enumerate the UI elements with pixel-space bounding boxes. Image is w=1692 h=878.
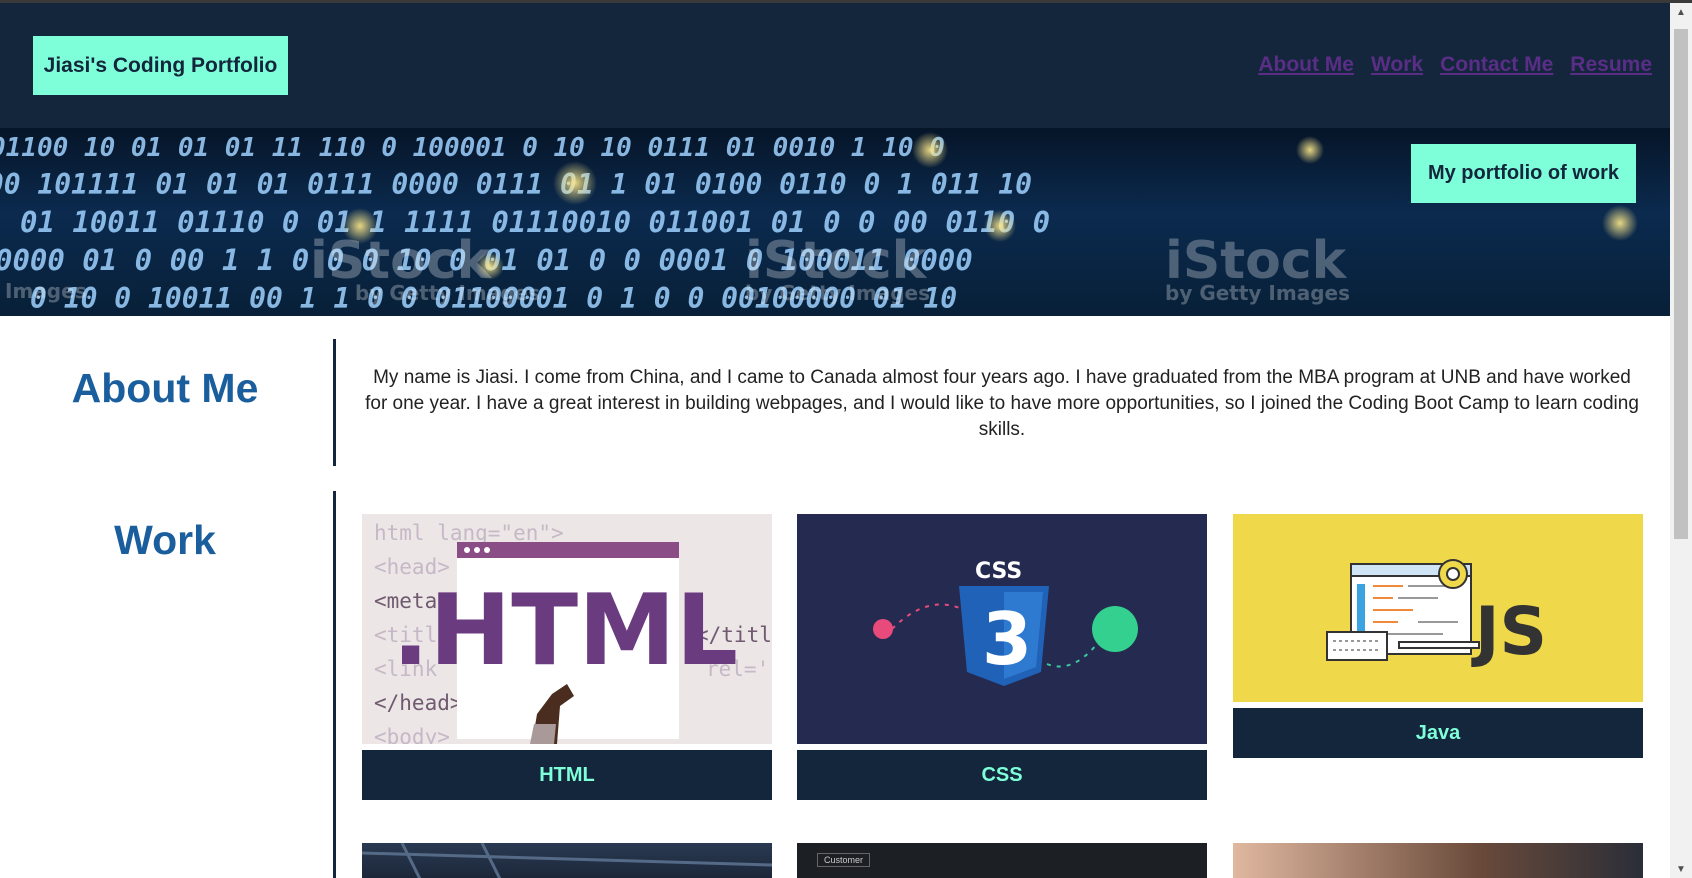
site-header: Jiasi's Coding Portfolio About Me Work C… <box>0 3 1670 128</box>
html-code-line-1: html lang="en"> <box>374 521 564 545</box>
nav-resume[interactable]: Resume <box>1570 53 1652 77</box>
work-card-java[interactable]: JS Java <box>1233 514 1643 758</box>
binary-row-1: 01100 10 01 01 01 11 110 0 100001 0 10 1… <box>0 133 945 163</box>
html-thumbnail: html lang="en"> <head> <meta <titl <link… <box>362 514 772 744</box>
hero-badge: My portfolio of work <box>1411 144 1636 203</box>
scroll-up-icon[interactable]: ▲ <box>1670 3 1692 21</box>
about-heading: About Me <box>71 365 259 411</box>
work-card-6-partial[interactable] <box>1233 843 1643 878</box>
scrollbar-thumb[interactable] <box>1674 29 1688 539</box>
work-divider <box>333 491 336 878</box>
work-card-4-partial[interactable] <box>362 843 772 878</box>
html-code-line-7: <body> <box>374 725 450 744</box>
work-card-5-partial[interactable]: Customer <box>797 843 1207 878</box>
css-badge-text: CSS <box>975 559 1022 584</box>
html-code-line-6: </head> <box>374 691 463 715</box>
nav-contact-me[interactable]: Contact Me <box>1440 53 1553 77</box>
watermark-getty-2: by Getty Images <box>745 281 930 305</box>
binary-row-2: 000 101111 01 01 01 0111 0000 0111 01 1 … <box>0 168 1032 201</box>
work-card-html-label[interactable]: HTML <box>362 750 772 800</box>
html-big-text: .HTML <box>392 574 738 688</box>
work-card-java-label[interactable]: Java <box>1233 708 1643 758</box>
customer-tag: Customer <box>817 853 871 867</box>
work-card-html[interactable]: html lang="en"> <head> <meta <titl <link… <box>362 514 772 800</box>
page-scrollbar[interactable]: ▲ ▼ <box>1670 3 1692 878</box>
html-thumbnail-image: html lang="en"> <head> <meta <titl <link… <box>374 521 772 744</box>
main-nav: About Me Work Contact Me Resume <box>1258 53 1652 77</box>
js-text: JS <box>1471 593 1547 670</box>
hero-banner: 01100 10 01 01 01 11 110 0 100001 0 10 1… <box>0 128 1670 316</box>
watermark-getty-1: by Getty Images <box>355 281 540 305</box>
css-thumbnail: CSS 3 <box>797 514 1207 744</box>
java-thumbnail: JS <box>1233 514 1643 702</box>
about-divider <box>333 339 336 466</box>
about-paragraph: My name is Jiasi. I come from China, and… <box>365 367 1639 440</box>
css-number: 3 <box>982 597 1032 681</box>
page: Jiasi's Coding Portfolio About Me Work C… <box>0 3 1670 878</box>
watermark-images: Images <box>5 279 87 303</box>
watermark-getty-3: by Getty Images <box>1165 281 1350 305</box>
scroll-down-icon[interactable]: ▼ <box>1670 860 1692 878</box>
work-card-css[interactable]: CSS 3 CSS <box>797 514 1207 800</box>
work-heading: Work <box>114 517 216 563</box>
nav-about-me[interactable]: About Me <box>1258 53 1354 77</box>
nav-work[interactable]: Work <box>1371 53 1423 77</box>
work-card-css-label[interactable]: CSS <box>797 750 1207 800</box>
site-brand[interactable]: Jiasi's Coding Portfolio <box>33 36 288 95</box>
js-thumbnail-image: JS <box>1326 559 1547 670</box>
css-thumbnail-image: CSS 3 <box>873 559 1138 686</box>
